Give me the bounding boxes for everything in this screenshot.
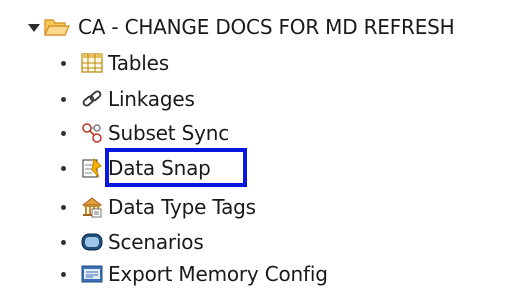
tree-item-export-memory-config[interactable]: Export Memory Config (61, 259, 328, 289)
export-memory-config-icon (80, 263, 104, 285)
bullet-icon (61, 204, 66, 210)
bullet-icon (61, 239, 66, 245)
tree-item-scenarios[interactable]: Scenarios (61, 227, 204, 257)
bullet-icon (61, 60, 66, 66)
tree-item-label: Tables (108, 51, 169, 75)
table-icon (80, 52, 104, 74)
tree-view: CA - CHANGE DOCS FOR MD REFRESH Tables L… (0, 0, 514, 294)
tree-item-label: Linkages (108, 87, 195, 111)
tree-item-tables[interactable]: Tables (61, 48, 169, 78)
tree-item-label: Export Memory Config (108, 262, 328, 286)
tree-root-label: CA - CHANGE DOCS FOR MD REFRESH (78, 15, 455, 39)
tree-item-label: Subset Sync (108, 121, 229, 145)
data-type-tags-icon (80, 196, 104, 218)
tree-item-label: Scenarios (108, 230, 204, 254)
tree-item-subset-sync[interactable]: Subset Sync (61, 118, 229, 148)
tree-item-data-type-tags[interactable]: Data Type Tags (61, 192, 256, 222)
expand-arrow-icon[interactable] (28, 24, 40, 32)
selection-highlight-box (105, 148, 247, 187)
bullet-icon (61, 271, 66, 277)
link-icon (80, 88, 104, 110)
folder-open-icon (44, 19, 70, 36)
subset-sync-icon (80, 122, 104, 144)
bullet-icon (61, 130, 66, 136)
tree-root-node[interactable]: CA - CHANGE DOCS FOR MD REFRESH (28, 10, 455, 44)
bullet-icon (61, 96, 66, 102)
bullet-icon (61, 165, 66, 171)
tree-item-linkages[interactable]: Linkages (61, 84, 195, 114)
data-snap-icon (80, 157, 104, 179)
scenarios-icon (80, 231, 104, 253)
tree-item-label: Data Type Tags (108, 195, 256, 219)
